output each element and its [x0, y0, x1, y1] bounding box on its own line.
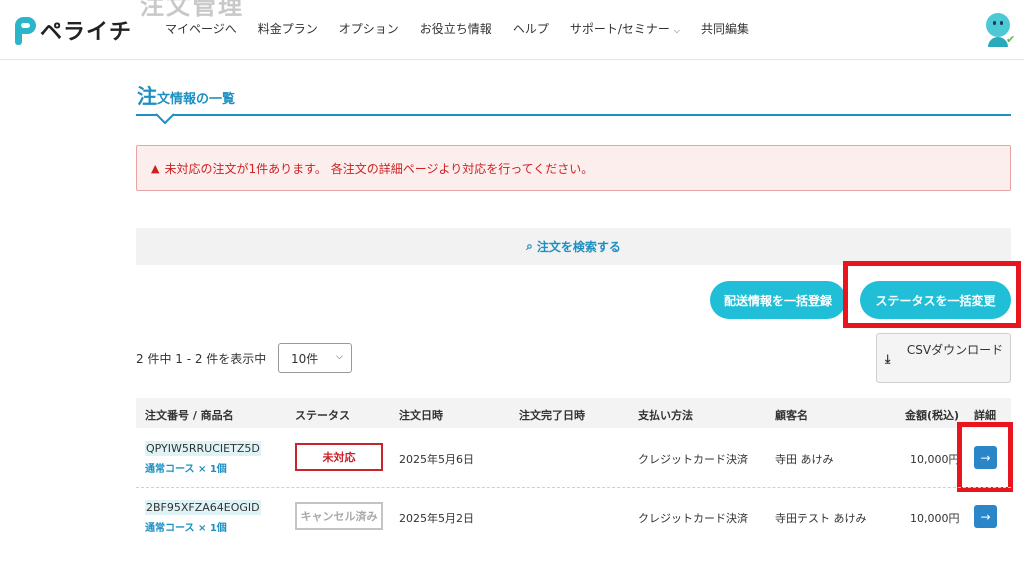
table-row: QPYIW5RRUCIETZ5D 通常コース × 1個 未対応 2025年5月6… [136, 429, 1011, 487]
search-orders-toggle[interactable]: ⌕ 注文を検索する [136, 228, 1011, 265]
payment-method: クレジットカード決済 [638, 453, 748, 466]
chevron-down-icon: ⌵ [336, 352, 343, 362]
table-row: 2BF95XFZA64EOGID 通常コース × 1個 キャンセル済み 2025… [136, 488, 1011, 546]
order-date: 2025年5月2日 [399, 512, 474, 525]
col-amount: 金額(税込) [905, 409, 960, 422]
result-count: 2 件中 1 - 2 件を表示中 [136, 352, 267, 366]
order-id-link[interactable]: 2BF95XFZA64EOGID [145, 500, 261, 515]
search-icon: ⌕ [526, 239, 533, 253]
page-title: 注文情報の一覧 [137, 84, 236, 108]
page-heading-partial: 注文管理 [140, 0, 244, 20]
nav-item-tips[interactable]: お役立ち情報 [420, 20, 492, 37]
amount: 10,000円 [910, 512, 960, 525]
chevron-down-icon: ⌵ [673, 26, 680, 35]
detail-arrow-button[interactable]: → [974, 505, 997, 528]
warning-icon: ▲ [151, 161, 160, 175]
status-badge: 未対応 [295, 443, 383, 471]
title-underline [136, 114, 1011, 116]
logo[interactable]: ペライチ [12, 14, 132, 46]
col-payment: 支払い方法 [638, 409, 693, 422]
order-id-link[interactable]: QPYIW5RRUCIETZ5D [145, 441, 261, 456]
order-date: 2025年5月6日 [399, 453, 474, 466]
check-icon: ✔ [1006, 33, 1016, 46]
col-order: 注文番号 / 商品名 [145, 409, 234, 422]
col-detail: 詳細 [974, 409, 996, 422]
customer-name: 寺田テスト あけみ [775, 512, 867, 525]
highlight-box-detail-button [957, 422, 1013, 492]
logo-text: ペライチ [40, 20, 133, 45]
status-badge: キャンセル済み [295, 502, 383, 530]
col-completed-date: 注文完了日時 [519, 409, 585, 422]
alert-text: 未対応の注文が1件あります。 各注文の詳細ページより対応を行ってください。 [164, 161, 594, 176]
title-notch-icon [156, 113, 174, 125]
orders-table-header: 注文番号 / 商品名 ステータス 注文日時 注文完了日時 支払い方法 顧客名 金… [136, 398, 1011, 428]
product-name: 通常コース × 1個 [145, 464, 227, 475]
per-page-value: 10件 [291, 351, 319, 366]
search-label: 注文を検索する [536, 240, 621, 254]
nav-item-support-label: サポート/セミナー [569, 22, 670, 36]
nav-item-collab[interactable]: 共同編集 [701, 20, 749, 37]
nav-item-pricing[interactable]: 料金プラン [258, 20, 318, 37]
col-order-date: 注文日時 [399, 409, 443, 422]
download-icon: ⤓ [885, 352, 891, 366]
bulk-shipping-register-button[interactable]: 配送情報を一括登録 [710, 281, 846, 319]
csv-download-label: CSVダウンロード [906, 343, 1004, 357]
nav-item-help[interactable]: ヘルプ [513, 20, 549, 37]
user-avatar[interactable]: ✔ [984, 13, 1016, 47]
csv-download-button[interactable]: ⤓ CSVダウンロード [876, 333, 1011, 383]
col-status: ステータス [295, 409, 350, 422]
nav-item-mypage[interactable]: マイページへ [165, 20, 237, 37]
nav-item-support[interactable]: サポート/セミナー ⌵ [570, 20, 680, 37]
highlight-box-status-button [843, 261, 1021, 328]
payment-method: クレジットカード決済 [638, 512, 748, 525]
customer-name: 寺田 あけみ [775, 453, 834, 466]
arrow-right-icon: → [980, 509, 991, 524]
per-page-select[interactable]: 10件 ⌵ [278, 343, 352, 373]
nav-item-options[interactable]: オプション [339, 20, 399, 37]
site-header: 注文管理 ペライチ マイページへ 料金プラン オプション お役立ち情報 ヘルプ … [0, 0, 1024, 60]
product-name: 通常コース × 1個 [145, 523, 227, 534]
amount: 10,000円 [910, 453, 960, 466]
main-nav: マイページへ 料金プラン オプション お役立ち情報 ヘルプ サポート/セミナー ⌵… [165, 20, 770, 37]
col-customer: 顧客名 [775, 409, 808, 422]
unhandled-orders-alert: ▲ 未対応の注文が1件あります。 各注文の詳細ページより対応を行ってください。 [136, 145, 1011, 191]
logo-p-icon [12, 15, 38, 45]
